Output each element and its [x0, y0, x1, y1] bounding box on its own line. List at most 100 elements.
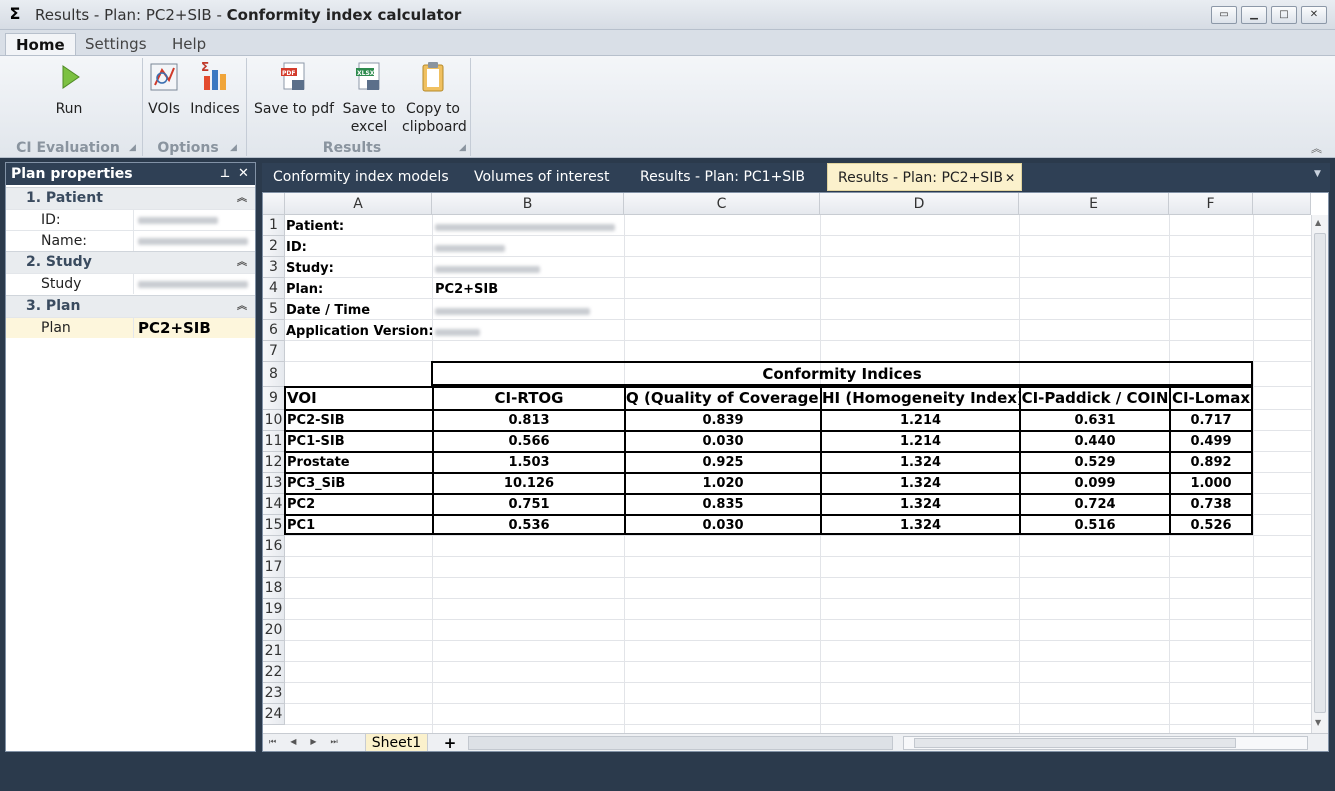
- value-cell[interactable]: 0.440: [1019, 430, 1169, 451]
- close-tab-icon[interactable]: ✕: [1005, 164, 1015, 192]
- row-header[interactable]: 19: [263, 599, 285, 620]
- property-row-id[interactable]: ID:: [6, 209, 255, 230]
- voi-cell[interactable]: PC3_SiB: [284, 472, 432, 493]
- property-row-study[interactable]: Study: [6, 273, 255, 294]
- cell-study-label[interactable]: Study:: [286, 259, 432, 279]
- horizontal-scrollbar[interactable]: [903, 736, 1308, 750]
- value-cell[interactable]: 0.499: [1169, 430, 1253, 451]
- voi-cell[interactable]: PC1-SIB: [284, 430, 432, 451]
- sheet-tab[interactable]: Sheet1: [365, 734, 428, 751]
- property-row-name[interactable]: Name:: [6, 230, 255, 251]
- category-plan[interactable]: 3. Plan ︽: [6, 295, 255, 317]
- value-cell[interactable]: 0.529: [1019, 451, 1169, 472]
- value-cell[interactable]: 0.030: [624, 514, 820, 535]
- collapse-ribbon-icon[interactable]: ︽: [1311, 140, 1322, 156]
- row-header[interactable]: 2: [263, 236, 285, 257]
- column-header[interactable]: F: [1169, 193, 1253, 215]
- row-header[interactable]: 23: [263, 683, 285, 704]
- value-cell[interactable]: 0.516: [1019, 514, 1169, 535]
- tab-home[interactable]: Home: [5, 33, 76, 56]
- value-cell[interactable]: 0.030: [624, 430, 820, 451]
- save-to-excel-button[interactable]: XLSX Save to excel: [340, 60, 398, 136]
- cell-id-label[interactable]: ID:: [286, 238, 432, 258]
- table-header-cell[interactable]: HI (Homogeneity Index): [820, 386, 1019, 409]
- tab-settings[interactable]: Settings: [75, 33, 157, 56]
- value-cell[interactable]: 1.503: [432, 451, 624, 472]
- column-header[interactable]: E: [1019, 193, 1169, 215]
- tab-conformity-index-models[interactable]: Conformity index models: [263, 163, 459, 191]
- close-panel-icon[interactable]: ✕: [238, 163, 249, 185]
- column-header[interactable]: B: [432, 193, 624, 215]
- collapse-icon[interactable]: ︽: [237, 296, 247, 317]
- value-cell[interactable]: 1.324: [820, 451, 1019, 472]
- spreadsheet[interactable]: A B C D E F 1 2 3 4 5 6 7 8 9 10 11 12 13 14 15 16 17 18 1…: [262, 192, 1329, 752]
- select-all-corner[interactable]: [263, 193, 285, 215]
- indices-button[interactable]: Σ Indices: [188, 60, 242, 118]
- run-button[interactable]: Run: [40, 60, 98, 118]
- value-cell[interactable]: 1.214: [820, 409, 1019, 430]
- collapse-icon[interactable]: ︽: [237, 252, 247, 273]
- table-header-cell[interactable]: VOI: [284, 386, 432, 409]
- row-header[interactable]: 18: [263, 578, 285, 599]
- value-cell[interactable]: 1.214: [820, 430, 1019, 451]
- table-header-cell[interactable]: CI-Paddick / COIN: [1019, 386, 1169, 409]
- add-sheet-button[interactable]: +: [435, 734, 465, 751]
- save-to-pdf-button[interactable]: PDF Save to pdf: [252, 60, 336, 118]
- value-cell[interactable]: 0.099: [1019, 472, 1169, 493]
- voi-cell[interactable]: PC2-SIB: [284, 409, 432, 430]
- vois-button[interactable]: VOIs: [144, 60, 184, 118]
- column-header-empty[interactable]: [1253, 193, 1311, 215]
- scroll-up-icon[interactable]: ▲: [1315, 218, 1321, 227]
- minimize-button[interactable]: ▁: [1241, 6, 1267, 24]
- tab-results-pc1-sib[interactable]: Results - Plan: PC1+SIB: [630, 163, 815, 191]
- value-cell[interactable]: 0.536: [432, 514, 624, 535]
- scroll-thumb[interactable]: [1314, 233, 1326, 713]
- group-expand-icon[interactable]: ◢: [459, 143, 466, 153]
- column-header[interactable]: A: [285, 193, 432, 215]
- group-expand-icon[interactable]: ◢: [129, 143, 136, 153]
- value-cell[interactable]: 0.717: [1169, 409, 1253, 430]
- tab-volumes-of-interest[interactable]: Volumes of interest: [464, 163, 619, 191]
- row-header[interactable]: 14: [263, 494, 285, 515]
- cell-app-version-label[interactable]: Application Version:: [286, 322, 432, 342]
- value-cell[interactable]: 0.526: [1169, 514, 1253, 535]
- value-cell[interactable]: 0.631: [1019, 409, 1169, 430]
- value-cell[interactable]: 1.000: [1169, 472, 1253, 493]
- property-row-plan[interactable]: Plan PC2+SIB: [6, 317, 255, 338]
- row-header[interactable]: 12: [263, 452, 285, 473]
- cell-datetime-label[interactable]: Date / Time: [286, 301, 432, 321]
- value-cell[interactable]: 0.813: [432, 409, 624, 430]
- sheet-tab-splitter[interactable]: [468, 736, 893, 750]
- value-cell[interactable]: 0.835: [624, 493, 820, 514]
- scroll-down-icon[interactable]: ▼: [1315, 718, 1321, 727]
- tab-help[interactable]: Help: [162, 33, 216, 56]
- tab-results-pc2-sib[interactable]: Results - Plan: PC2+SIB ✕: [827, 163, 1022, 191]
- row-header[interactable]: 10: [263, 410, 285, 431]
- vertical-scrollbar[interactable]: ▲ ▼: [1311, 215, 1328, 733]
- row-header[interactable]: 15: [263, 515, 285, 536]
- row-header[interactable]: 4: [263, 278, 285, 299]
- value-cell[interactable]: 1.324: [820, 472, 1019, 493]
- category-patient[interactable]: 1. Patient ︽: [6, 187, 255, 209]
- row-header[interactable]: 24: [263, 704, 285, 725]
- column-header[interactable]: D: [820, 193, 1019, 215]
- category-study[interactable]: 2. Study ︽: [6, 251, 255, 273]
- voi-cell[interactable]: PC2: [284, 493, 432, 514]
- row-header[interactable]: 5: [263, 299, 285, 320]
- row-header[interactable]: 3: [263, 257, 285, 278]
- row-header[interactable]: 1: [263, 215, 285, 236]
- column-header[interactable]: C: [624, 193, 820, 215]
- voi-cell[interactable]: PC1: [284, 514, 432, 535]
- value-cell[interactable]: 1.324: [820, 514, 1019, 535]
- collapse-icon[interactable]: ︽: [237, 188, 247, 209]
- row-header[interactable]: 21: [263, 641, 285, 662]
- value-cell[interactable]: 10.126: [432, 472, 624, 493]
- value-cell[interactable]: 0.839: [624, 409, 820, 430]
- value-cell[interactable]: 0.738: [1169, 493, 1253, 514]
- row-header[interactable]: 13: [263, 473, 285, 494]
- close-button[interactable]: ✕: [1301, 6, 1327, 24]
- sheet-navigation-icons[interactable]: ⏮◀▶⏭: [269, 737, 352, 747]
- copy-to-clipboard-button[interactable]: Copy to clipboard: [402, 60, 467, 136]
- cell-patient-label[interactable]: Patient:: [286, 217, 432, 237]
- voi-cell[interactable]: Prostate: [284, 451, 432, 472]
